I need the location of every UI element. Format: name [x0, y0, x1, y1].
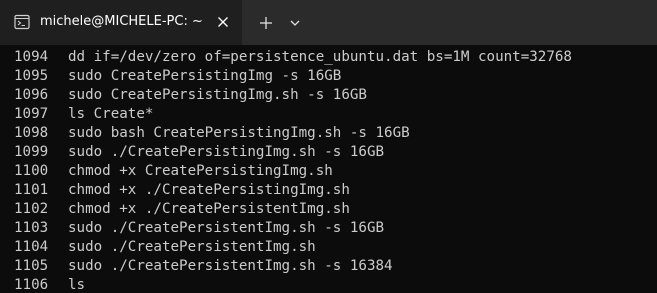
tab-title: michele@MICHELE-PC: ~ — [40, 14, 203, 29]
terminal-icon — [14, 14, 30, 30]
history-number: 1106 — [14, 277, 49, 293]
history-command: chmod +x ./CreatePersistingImg.sh — [68, 182, 350, 198]
history-line: 1101 chmod +x ./CreatePersistingImg.sh — [14, 181, 572, 200]
plus-icon[interactable] — [256, 13, 276, 33]
terminal-output[interactable]: 1094 dd if=/dev/zero of=persistence_ubunt… — [0, 45, 657, 293]
history-line: 1104 sudo ./CreatePersistentImg.sh — [14, 238, 572, 257]
history-number: 1104 — [14, 239, 49, 255]
history-line: 1103 sudo ./CreatePersistentImg.sh -s 16G… — [14, 219, 572, 238]
history-list: 1094 dd if=/dev/zero of=persistence_ubunt… — [14, 48, 572, 293]
history-number: 1097 — [14, 106, 49, 122]
history-number: 1095 — [14, 68, 49, 84]
history-command: sudo ./CreatePersistentImg.sh -s 16GB — [68, 220, 385, 236]
tab-active[interactable]: michele@MICHELE-PC: ~ — [0, 0, 242, 45]
history-line: 1097 ls Create* — [14, 105, 572, 124]
history-number: 1094 — [14, 49, 49, 65]
history-number: 1096 — [14, 87, 49, 103]
terminal-window: michele@MICHELE-PC: ~ 1094 dd if=/dev/zer… — [0, 0, 657, 293]
history-line: 1105 sudo ./CreatePersistentImg.sh -s 163… — [14, 257, 572, 276]
history-line: 1094 dd if=/dev/zero of=persistence_ubunt… — [14, 48, 572, 67]
history-number: 1099 — [14, 144, 49, 160]
history-line: 1096 sudo CreatePersistingImg.sh -s 16GB — [14, 86, 572, 105]
history-command: sudo CreatePersistingImg -s 16GB — [68, 68, 342, 84]
history-command: dd if=/dev/zero of=persistence_ubuntu.da… — [68, 49, 572, 65]
history-number: 1103 — [14, 220, 49, 236]
history-number: 1105 — [14, 258, 49, 274]
history-command: ls — [68, 277, 86, 293]
history-command: sudo ./CreatePersistentImg.sh -s 16384 — [68, 258, 393, 274]
history-command: ls Create* — [68, 106, 154, 122]
history-line: 1106 ls — [14, 276, 572, 293]
history-number: 1101 — [14, 182, 49, 198]
history-command: chmod +x CreatePersistingImg.sh — [68, 163, 333, 179]
history-command: chmod +x ./CreatePersistentImg.sh — [68, 201, 350, 217]
chevron-down-icon[interactable] — [286, 14, 304, 32]
tab-bar: michele@MICHELE-PC: ~ — [0, 0, 657, 45]
history-command: sudo ./CreatePersistentImg.sh — [68, 239, 316, 255]
history-number: 1102 — [14, 201, 49, 217]
history-number: 1100 — [14, 163, 49, 179]
history-line: 1100 chmod +x CreatePersistingImg.sh — [14, 162, 572, 181]
history-line: 1098 sudo bash CreatePersistingImg.sh -s … — [14, 124, 572, 143]
history-command: sudo ./CreatePersistingImg.sh -s 16GB — [68, 144, 385, 160]
history-line: 1095 sudo CreatePersistingImg -s 16GB — [14, 67, 572, 86]
history-command: sudo bash CreatePersistingImg.sh -s 16GB — [68, 125, 410, 141]
history-command: sudo CreatePersistingImg.sh -s 16GB — [68, 87, 367, 103]
close-icon[interactable] — [214, 13, 232, 31]
history-line: 1102 chmod +x ./CreatePersistentImg.sh — [14, 200, 572, 219]
history-number: 1098 — [14, 125, 49, 141]
history-line: 1099 sudo ./CreatePersistingImg.sh -s 16G… — [14, 143, 572, 162]
